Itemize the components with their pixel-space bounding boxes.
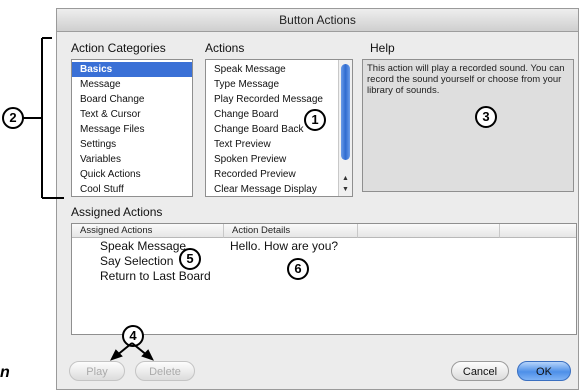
actions-list[interactable]: Speak Message Type Message Play Recorded… (205, 59, 353, 197)
assigned-row-action[interactable]: Return to Last Board (100, 269, 211, 283)
scrollbar-thumb[interactable] (341, 64, 350, 160)
up-arrow-icon[interactable]: ▲ (339, 174, 352, 184)
callout-5: 5 (179, 248, 201, 270)
callout-6: 6 (287, 258, 309, 280)
action-item[interactable]: Play Recorded Message (206, 92, 352, 107)
category-item-message-files[interactable]: Message Files (72, 122, 192, 137)
action-item[interactable]: Spoken Preview (206, 152, 352, 167)
callout-3: 3 (475, 106, 497, 128)
play-button[interactable]: Play (69, 361, 125, 381)
column-header-assigned-actions[interactable]: Assigned Actions (72, 224, 224, 238)
action-item[interactable]: Type Message (206, 77, 352, 92)
help-header: Help (370, 41, 395, 55)
action-item[interactable]: Change Board Back (206, 122, 352, 137)
category-item-basics[interactable]: Basics (72, 62, 192, 77)
category-item-message[interactable]: Message (72, 77, 192, 92)
assigned-row-action[interactable]: Say Selection (100, 254, 173, 268)
category-item-text-cursor[interactable]: Text & Cursor (72, 107, 192, 122)
action-item[interactable]: Text Preview (206, 137, 352, 152)
actions-scrollbar[interactable]: ▲ ▼ (338, 60, 352, 196)
category-item-board-change[interactable]: Board Change (72, 92, 192, 107)
action-item[interactable]: Clear Message Display (206, 182, 352, 197)
column-header-action-details[interactable]: Action Details (224, 224, 358, 238)
delete-button[interactable]: Delete (135, 361, 195, 381)
button-actions-dialog: Button Actions Action Categories Actions… (56, 8, 579, 390)
category-item-settings[interactable]: Settings (72, 137, 192, 152)
column-header-empty (500, 224, 576, 238)
assigned-row-details[interactable]: Hello. How are you? (230, 239, 338, 253)
category-item-variables[interactable]: Variables (72, 152, 192, 167)
assigned-actions-table[interactable]: Assigned Actions Action Details Speak Me… (71, 223, 577, 335)
action-item[interactable]: Change Board (206, 107, 352, 122)
callout-1: 1 (304, 109, 326, 131)
edge-label: n (0, 364, 10, 381)
assigned-row-action[interactable]: Speak Message (100, 239, 186, 253)
callout-4: 4 (122, 325, 144, 347)
actions-header: Actions (205, 41, 245, 55)
category-list[interactable]: Basics Message Board Change Text & Curso… (71, 59, 193, 197)
cancel-button[interactable]: Cancel (451, 361, 509, 381)
category-item-quick-actions[interactable]: Quick Actions (72, 167, 192, 182)
column-header-empty (358, 224, 500, 238)
window-title: Button Actions (57, 9, 578, 32)
action-item[interactable]: Recorded Preview (206, 167, 352, 182)
help-panel: This action will play a recorded sound. … (362, 59, 574, 192)
help-text: This action will play a recorded sound. … (367, 63, 565, 96)
category-item-cool-stuff[interactable]: Cool Stuff (72, 182, 192, 197)
ok-button[interactable]: OK (517, 361, 571, 381)
action-item[interactable]: Speak Message (206, 62, 352, 77)
assigned-actions-header: Assigned Actions (71, 205, 163, 219)
action-categories-header: Action Categories (71, 41, 166, 55)
callout-2: 2 (2, 107, 24, 129)
down-arrow-icon[interactable]: ▼ (339, 185, 352, 195)
